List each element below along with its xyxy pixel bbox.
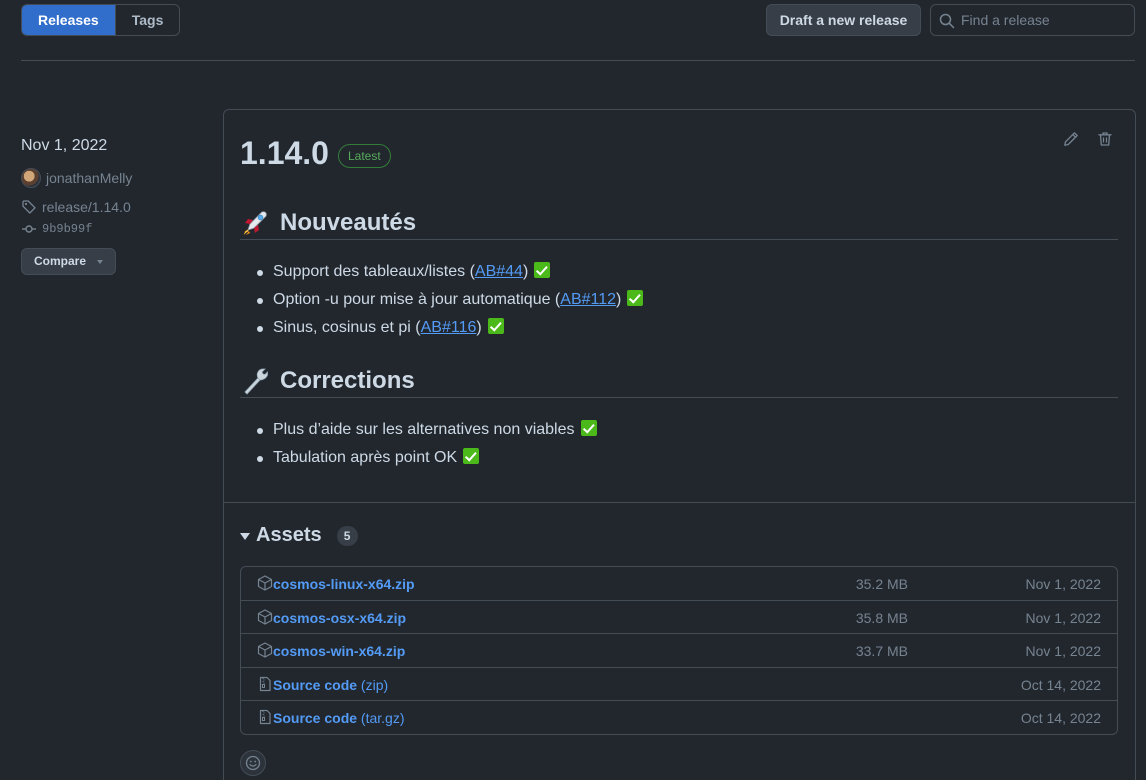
- search-input[interactable]: [961, 5, 1131, 35]
- list-item: Option -u pour mise à jour automatique (…: [257, 288, 644, 316]
- releases-tags-toggle: Releases Tags: [21, 4, 181, 36]
- assets-title: Assets: [256, 524, 322, 546]
- check-mark-icon: [463, 448, 480, 464]
- item-text: Option -u pour mise à jour automatique (: [273, 291, 561, 308]
- section-heading-nouveautes: Nouveautés: [240, 206, 1118, 240]
- check-mark-icon: [534, 262, 551, 278]
- item-text-after: ): [616, 291, 622, 308]
- asset-link[interactable]: cosmos-linux-x64.zip: [273, 576, 415, 592]
- package-icon: [257, 642, 273, 658]
- fix-list: Plus d’aide sur les alternatives non via…: [257, 418, 597, 474]
- asset-link[interactable]: Source code (zip): [273, 677, 388, 693]
- asset-size: 35.2 MB: [855, 576, 908, 592]
- assets-count-badge: 5: [336, 525, 358, 546]
- asset-date: Oct 14, 2022: [1020, 710, 1101, 726]
- tab-releases[interactable]: Releases: [22, 5, 115, 35]
- commit-sha[interactable]: 9b9b99f: [42, 222, 92, 236]
- asset-date: Nov 1, 2022: [1025, 609, 1102, 626]
- tag-name[interactable]: release/1.14.0: [42, 199, 131, 215]
- check-mark-icon: [627, 290, 644, 306]
- search-icon: [939, 13, 955, 29]
- release-commit[interactable]: 9b9b99f: [21, 221, 92, 237]
- asset-suffix[interactable]: (tar.gz): [357, 710, 405, 726]
- asset-row: Source code (zip) Oct 14, 2022: [241, 668, 1117, 701]
- asset-suffix[interactable]: (zip): [357, 677, 388, 693]
- wrench-icon: [244, 368, 268, 395]
- list-item: Plus d’aide sur les alternatives non via…: [257, 418, 597, 446]
- item-text-after: ): [476, 319, 482, 336]
- file-zip-icon: [259, 676, 271, 691]
- asset-link[interactable]: Source code (tar.gz): [273, 710, 405, 726]
- list-item: Sinus, cosinus et pi (AB#116): [257, 316, 643, 344]
- item-text: Sinus, cosinus et pi (: [273, 319, 421, 336]
- asset-size: 35.8 MB: [855, 609, 908, 626]
- tag-icon: [22, 200, 36, 214]
- item-text: Plus d’aide sur les alternatives non via…: [273, 421, 575, 438]
- rocket-icon: [243, 210, 267, 235]
- release-date: Nov 1, 2022: [21, 137, 108, 154]
- feature-list: Support des tableaux/listes (AB#44) Opti…: [257, 260, 644, 344]
- latest-badge: Latest: [338, 144, 391, 168]
- git-commit-icon: [22, 225, 36, 233]
- asset-link[interactable]: cosmos-win-x64.zip: [273, 643, 405, 659]
- release-author[interactable]: jonathanMelly: [21, 168, 132, 188]
- avatar[interactable]: [21, 168, 41, 188]
- pencil-icon[interactable]: [1063, 131, 1079, 147]
- find-release-search[interactable]: [930, 4, 1135, 36]
- file-zip-icon: [259, 709, 271, 725]
- add-reaction-button[interactable]: [240, 750, 266, 776]
- draft-new-release-button[interactable]: Draft a new release: [766, 4, 921, 36]
- release-meta: Nov 1, 2022 jonathanMelly release/1.14.0…: [21, 137, 211, 275]
- list-item: Tabulation après point OK: [257, 446, 597, 474]
- check-mark-icon: [487, 318, 504, 334]
- item-text-after: ): [522, 263, 529, 280]
- assets-list: cosmos-linux-x64.zip 35.2 MB Nov 1, 2022…: [240, 566, 1118, 735]
- check-mark-icon: [580, 420, 597, 436]
- asset-name[interactable]: cosmos-osx-x64.zip: [273, 610, 406, 626]
- issue-link[interactable]: AB#44: [475, 263, 523, 280]
- release-tag[interactable]: release/1.14.0: [21, 199, 131, 215]
- release-version[interactable]: 1.14.0: [240, 134, 329, 172]
- header-divider: [21, 60, 1135, 61]
- chevron-down-icon: [97, 260, 103, 264]
- asset-row: cosmos-linux-x64.zip 35.2 MB Nov 1, 2022: [241, 567, 1117, 601]
- asset-link[interactable]: cosmos-osx-x64.zip: [273, 610, 406, 626]
- section-heading-corrections: Corrections: [240, 364, 1118, 398]
- asset-name[interactable]: Source code: [273, 710, 357, 726]
- asset-size: 33.7 MB: [855, 643, 908, 659]
- author-name[interactable]: jonathanMelly: [46, 170, 132, 186]
- list-item: Support des tableaux/listes (AB#44): [257, 260, 643, 288]
- smiley-icon: [245, 755, 261, 771]
- asset-date: Oct 14, 2022: [1020, 676, 1101, 693]
- trash-icon[interactable]: [1097, 131, 1113, 147]
- tab-tags[interactable]: Tags: [114, 5, 180, 35]
- assets-toggle[interactable]: Assets 5: [240, 524, 358, 547]
- asset-name[interactable]: cosmos-linux-x64.zip: [273, 576, 415, 592]
- compare-button[interactable]: Compare: [21, 248, 116, 275]
- releases-toolbar: Releases Tags Draft a new release: [21, 4, 1135, 36]
- asset-row: cosmos-win-x64.zip 33.7 MB Nov 1, 2022: [241, 634, 1117, 668]
- package-icon: [257, 575, 273, 591]
- asset-date: Nov 1, 2022: [1025, 576, 1102, 592]
- item-text: Tabulation après point OK: [273, 449, 458, 466]
- issue-link[interactable]: AB#116: [421, 319, 477, 336]
- assets-divider: [224, 502, 1135, 503]
- section-title: Nouveautés: [280, 208, 417, 236]
- asset-date: Nov 1, 2022: [1025, 643, 1102, 659]
- triangle-down-icon: [240, 533, 250, 540]
- section-title: Corrections: [280, 366, 415, 394]
- compare-label: Compare: [34, 254, 87, 268]
- asset-name[interactable]: Source code: [273, 677, 357, 693]
- release-card: 1.14.0 Latest Nouveautés Support des tab…: [223, 109, 1136, 780]
- asset-name[interactable]: cosmos-win-x64.zip: [273, 643, 405, 659]
- item-text: Support des tableaux/listes (: [273, 263, 475, 280]
- issue-link[interactable]: AB#112: [560, 291, 616, 308]
- asset-row: Source code (tar.gz) Oct 14, 2022: [241, 701, 1117, 735]
- package-icon: [257, 608, 273, 625]
- asset-row: cosmos-osx-x64.zip 35.8 MB Nov 1, 2022: [241, 601, 1117, 634]
